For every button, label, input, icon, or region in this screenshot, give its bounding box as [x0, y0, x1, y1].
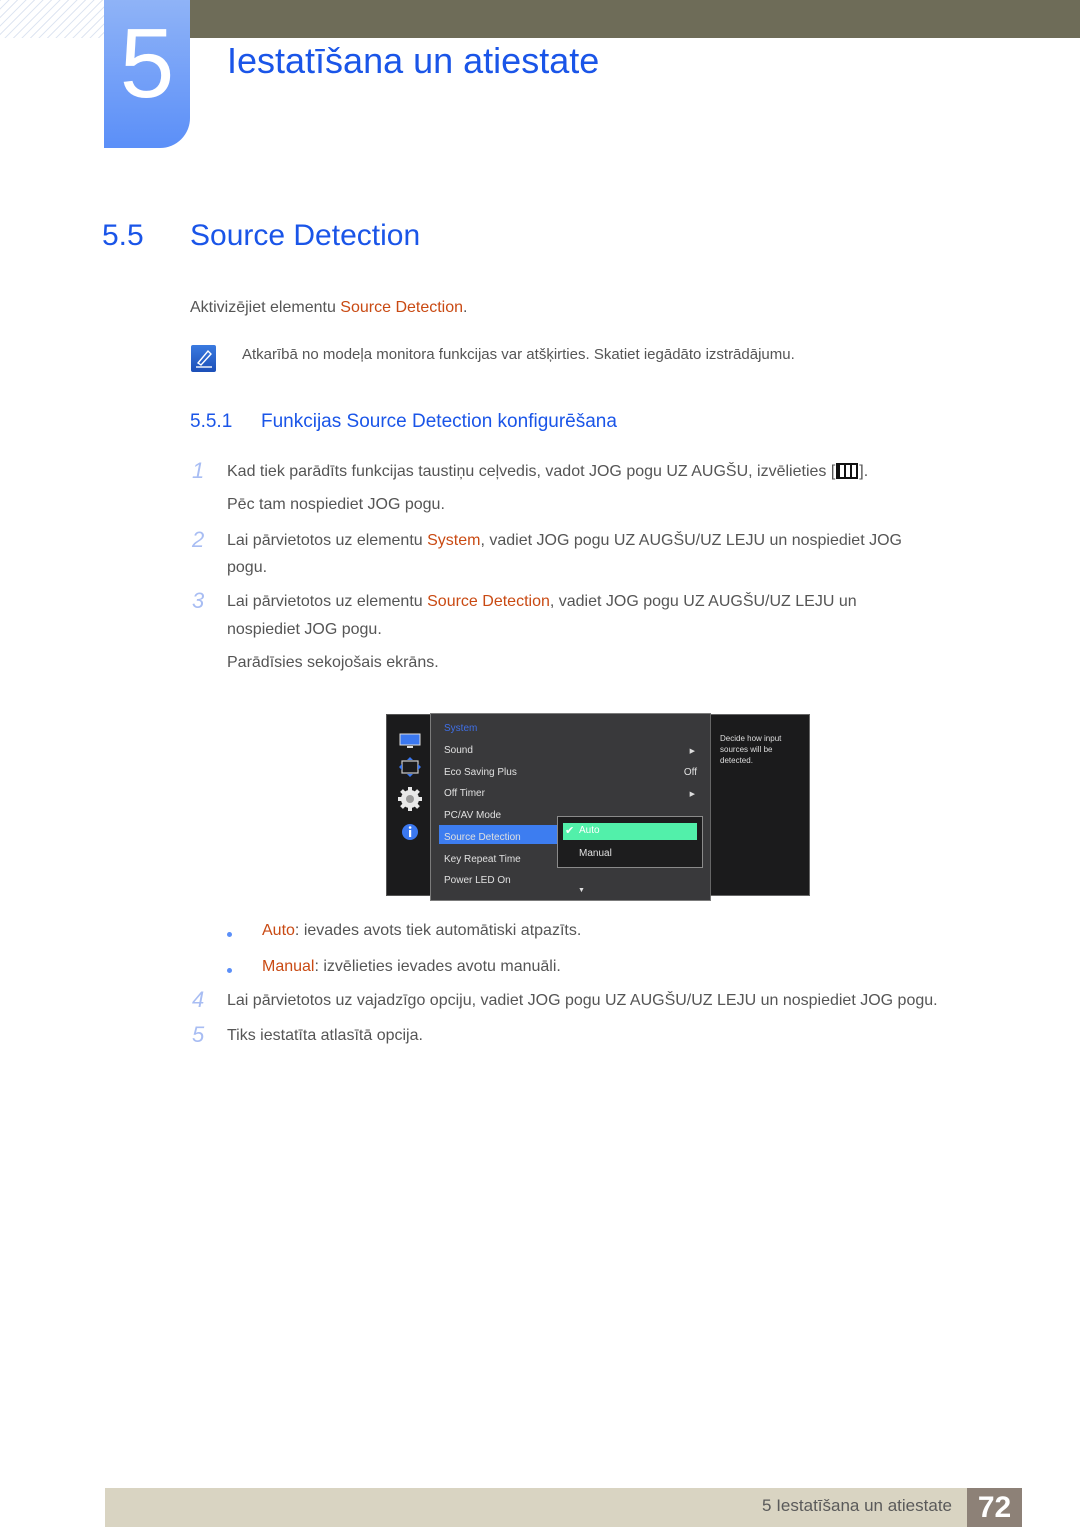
- step-number: 2: [192, 527, 205, 552]
- subsection-title: Funkcijas Source Detection konfigurēšana: [261, 411, 617, 432]
- step-number: 1: [192, 458, 205, 483]
- header-bar: [190, 0, 1080, 38]
- option-manual: Manual: izvēlieties ievades avotu manuāl…: [262, 958, 561, 976]
- step-number: 3: [192, 588, 205, 613]
- osd-item-pc-av-mode[interactable]: PC/AV Mode: [444, 810, 501, 821]
- step-highlight: System: [427, 532, 481, 549]
- step-text: , vadiet JOG pogu UZ AUGŠU/UZ LEJU un no…: [480, 532, 902, 549]
- osd-item-sound[interactable]: Sound: [444, 745, 473, 756]
- page-number: 72: [967, 1488, 1022, 1527]
- bullet-icon: [227, 968, 232, 973]
- osd-item-source-detection[interactable]: Source Detection: [444, 832, 521, 843]
- option-auto: Auto: ievades avots tiek automātiski atp…: [262, 922, 581, 940]
- step-3-line-1: Lai pārvietotos uz elementu Source Detec…: [227, 593, 857, 611]
- step-3-line-3: Parādīsies sekojošais ekrāns.: [227, 654, 439, 671]
- intro-suffix: .: [463, 299, 468, 316]
- osd-option-label: Auto: [579, 825, 600, 836]
- osd-option-auto[interactable]: ✔ Auto: [563, 823, 697, 840]
- chapter-number: 5: [119, 8, 175, 118]
- intro-paragraph: Aktivizējiet elementu Source Detection.: [190, 299, 467, 317]
- osd-side-panel: [386, 714, 432, 896]
- option-name: Manual: [262, 958, 315, 975]
- chapter-badge: 5: [104, 0, 190, 148]
- page-footer: 5 Iestatīšana un atiestate 72: [105, 1488, 1022, 1527]
- step-number: 5: [192, 1022, 205, 1047]
- option-name: Auto: [262, 922, 295, 939]
- osd-item-key-repeat-time[interactable]: Key Repeat Time: [444, 854, 521, 865]
- step-text: ].: [859, 463, 869, 480]
- osd-item-off-timer[interactable]: Off Timer: [444, 788, 485, 799]
- step-5-text: Tiks iestatīta atlasītā opcija.: [227, 1027, 423, 1044]
- step-text: Kad tiek parādīts funkcijas taustiņu ceļ…: [227, 463, 836, 480]
- step-1-line-2: Pēc tam nospiediet JOG pogu.: [227, 496, 445, 513]
- step-text: , vadiet JOG pogu UZ AUGŠU/UZ LEJU un: [549, 593, 857, 610]
- onscreen-display-icon: [399, 757, 421, 777]
- osd-item-power-led-on[interactable]: Power LED On: [444, 875, 511, 886]
- picture-icon: [399, 733, 421, 748]
- option-desc: : izvēlieties ievades avotu manuāli.: [314, 958, 561, 975]
- osd-submenu-arrow-icon: ▶: [689, 791, 695, 798]
- osd-help-text: Decide how input sources will be detecte…: [720, 734, 782, 765]
- osd-submenu-arrow-icon: ▶: [689, 748, 695, 755]
- footer-chapter-title: 5 Iestatīšana un atiestate: [762, 1496, 952, 1515]
- intro-text: Aktivizējiet elementu: [190, 299, 341, 316]
- information-icon: [402, 824, 418, 840]
- note-pencil-icon: [191, 345, 216, 372]
- bullet-icon: [227, 932, 232, 937]
- section-title: Source Detection: [190, 219, 421, 252]
- system-gear-icon: [398, 787, 422, 811]
- osd-option-manual[interactable]: Manual: [579, 848, 612, 859]
- step-3-line-2: nospiediet JOG pogu.: [227, 621, 382, 638]
- osd-menu: System Sound ▶ Eco Saving Plus Off Off T…: [430, 713, 711, 901]
- step-4-text: Lai pārvietotos uz vajadzīgo opciju, vad…: [227, 992, 938, 1009]
- section-number: 5.5: [102, 219, 144, 252]
- menu-icon: [836, 463, 859, 479]
- header-hatch-decoration: [0, 0, 104, 38]
- step-number: 4: [192, 987, 205, 1012]
- step-text: Lai pārvietotos uz elementu: [227, 532, 428, 549]
- note-text: Atkarībā no modeļa monitora funkcijas va…: [242, 346, 795, 363]
- chapter-title: Iestatīšana un atiestate: [227, 40, 600, 81]
- step-1-line-1: Kad tiek parādīts funkcijas taustiņu ceļ…: [227, 463, 868, 481]
- osd-submenu-popup: ✔ Auto Manual: [557, 816, 703, 868]
- step-2-line-2: pogu.: [227, 559, 268, 576]
- intro-highlight: Source Detection: [340, 299, 464, 316]
- option-desc: : ievades avots tiek automātiski atpazīt…: [294, 922, 582, 939]
- checkmark-icon: ✔: [565, 825, 575, 837]
- osd-help-panel: Decide how input sources will be detecte…: [710, 714, 810, 896]
- osd-scroll-down-icon[interactable]: ▼: [578, 887, 585, 894]
- osd-item-eco-saving-plus[interactable]: Eco Saving Plus: [444, 767, 517, 778]
- step-text: Lai pārvietotos uz elementu: [227, 593, 428, 610]
- subsection-number: 5.5.1: [190, 411, 233, 432]
- osd-menu-header: System: [444, 723, 478, 734]
- step-highlight: Source Detection: [427, 593, 550, 610]
- osd-item-value: Off: [683, 767, 697, 778]
- step-2-line-1: Lai pārvietotos uz elementu System, vadi…: [227, 532, 902, 550]
